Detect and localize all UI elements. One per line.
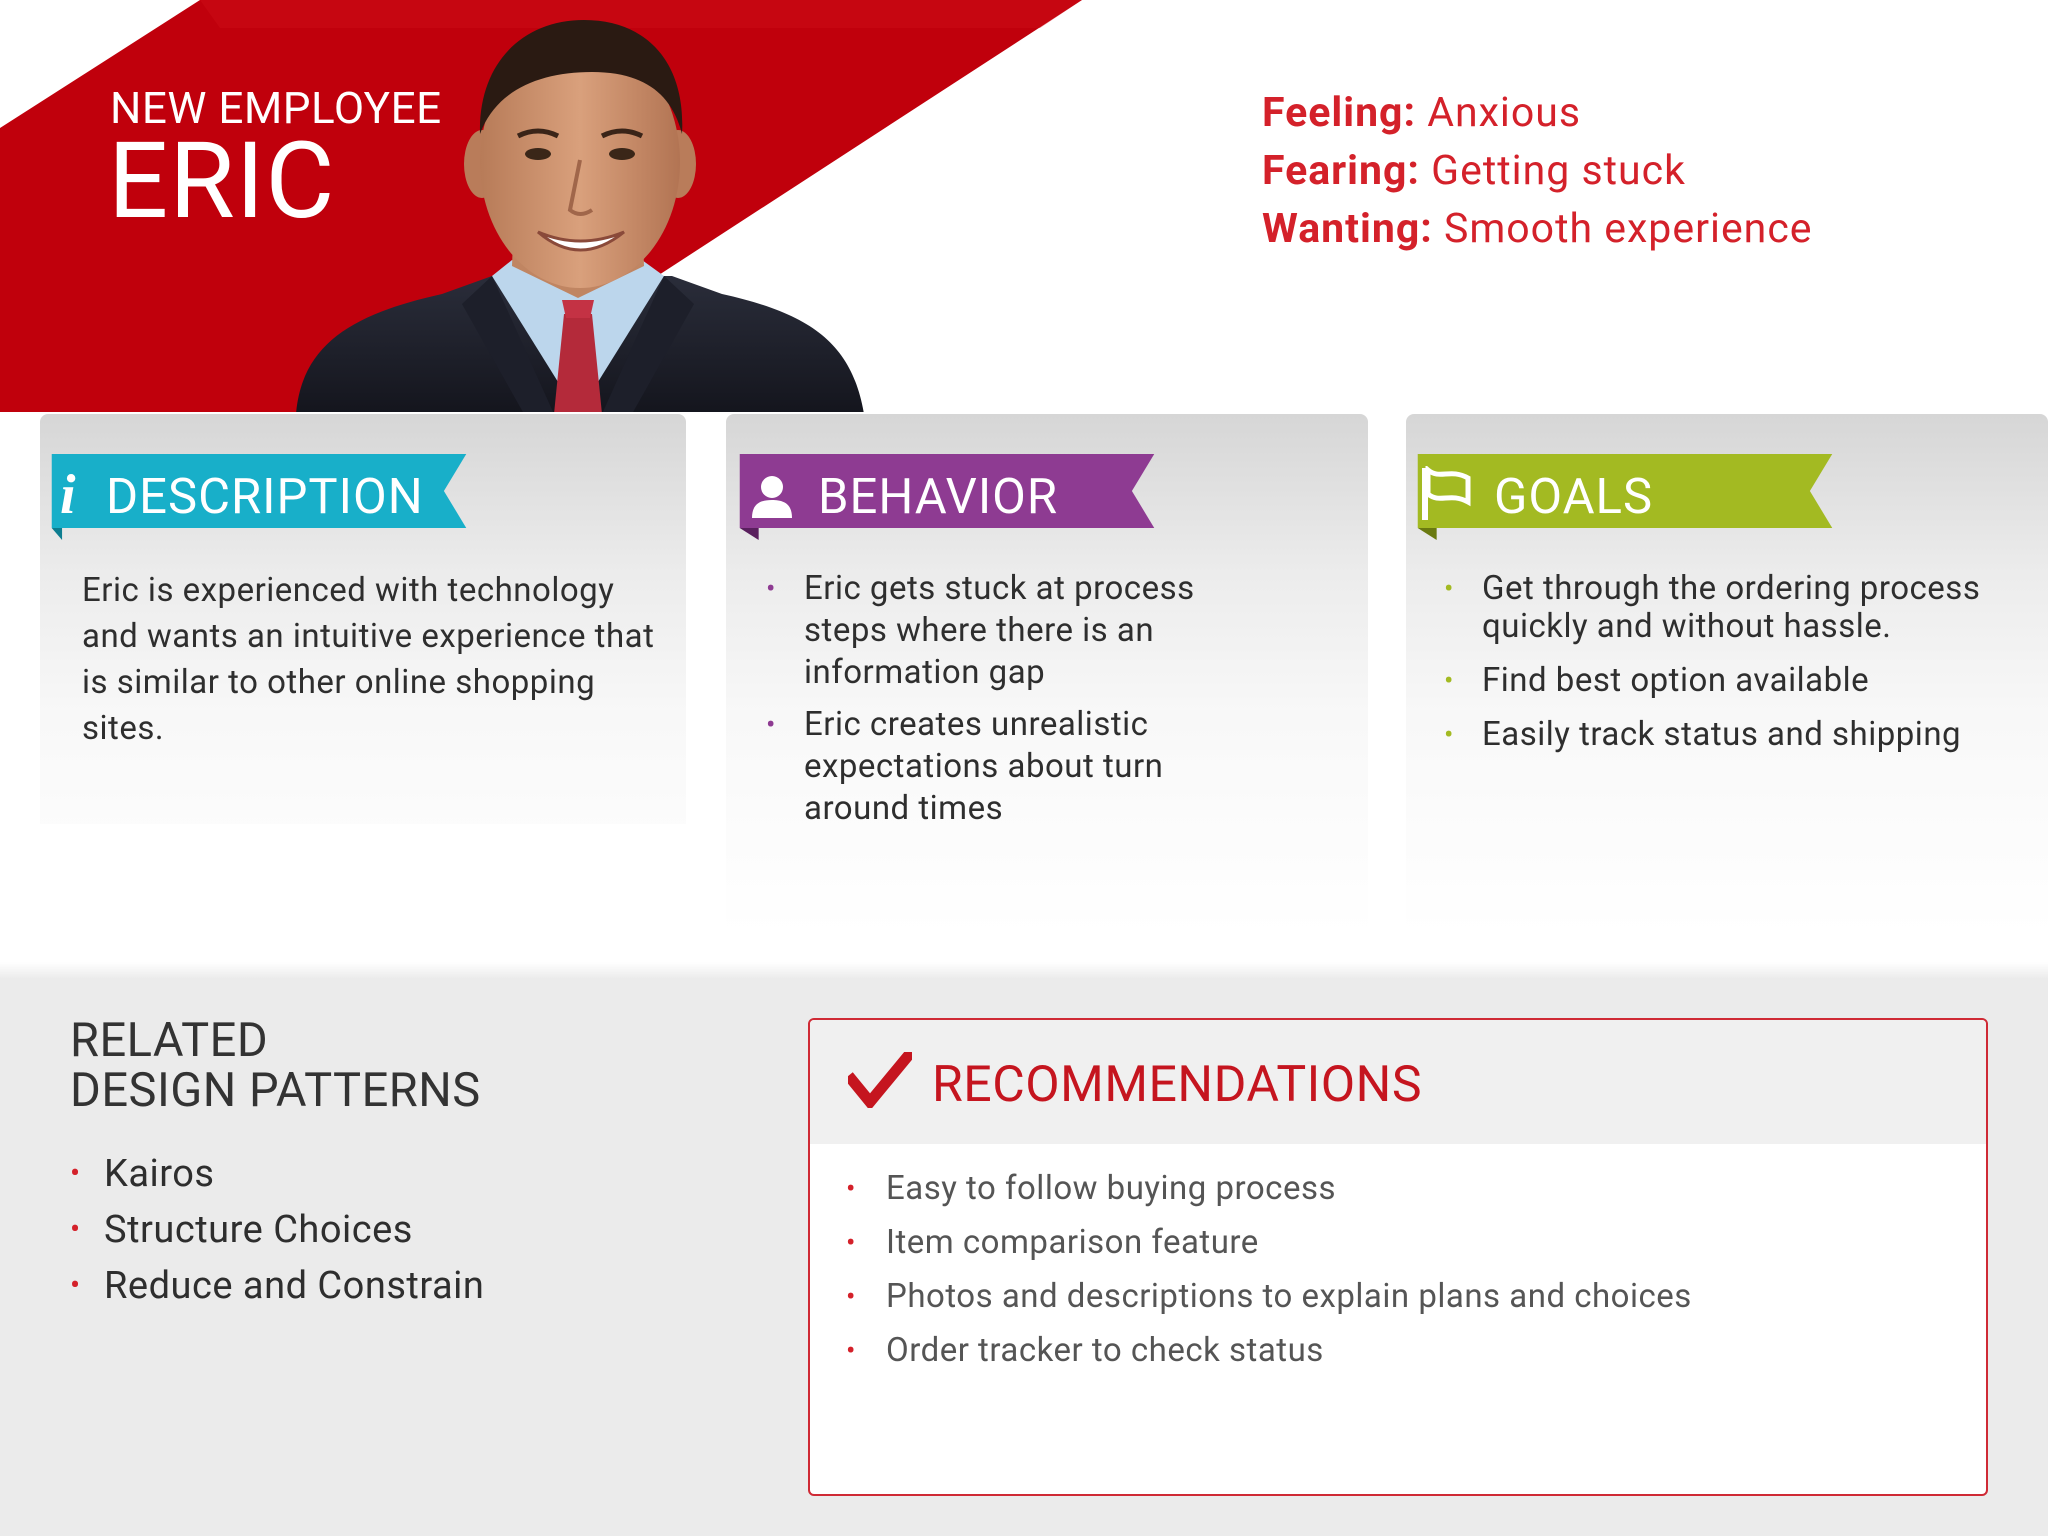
list-item: • Photos and descriptions to explain plan… [846, 1277, 1692, 1316]
emotion-wanting: Wanting: Smooth experience [1262, 205, 1813, 253]
list-item: • Kairos [70, 1152, 215, 1196]
info-icon: i [60, 464, 76, 526]
recommendations-list: • Easy to follow buying process • Item com… [846, 1162, 1692, 1378]
emotions-panel: Feeling: Anxious Fearing: Getting stuck … [1262, 84, 1813, 258]
list-item: • Find best option available [1444, 661, 1870, 700]
emotion-feeling: Feeling: Anxious [1262, 89, 1582, 137]
flag-icon [1422, 466, 1471, 520]
list-item: • Easily track status and shipping [1444, 715, 1962, 754]
emotion-fearing: Fearing: Getting stuck [1262, 147, 1686, 195]
list-item: • Get through the ordering process quickl… [1444, 569, 1981, 646]
description-text: Eric is experienced with technology and … [82, 571, 655, 748]
list-item: • Reduce and Constrain [70, 1264, 485, 1308]
behavior-title: BEHAVIOR [818, 468, 1059, 525]
goals-list: • Get through the ordering process quickl… [1444, 570, 1984, 754]
related-patterns-list: • Kairos • Structure Choices • Reduce and C… [70, 1146, 484, 1314]
user-icon [752, 476, 792, 518]
recommendations-title: RECOMMENDATIONS [932, 1056, 1423, 1114]
recommendations-panel: RECOMMENDATIONS • Easy to follow buying p… [808, 1018, 1988, 1496]
related-patterns-title: RELATED DESIGN PATTERNS [70, 1013, 481, 1118]
persona-photo [296, 20, 864, 412]
description-title: DESCRIPTION [106, 468, 424, 525]
checkmark-icon [848, 1052, 912, 1108]
list-item: • Eric gets stuck at process steps where … [766, 569, 1195, 692]
list-item: • Easy to follow buying process [846, 1169, 1337, 1208]
list-item: • Item comparison feature [846, 1223, 1259, 1262]
list-item: • Eric creates unrealistic expectations a… [766, 705, 1164, 828]
list-item: • Structure Choices [70, 1208, 413, 1252]
goals-title: GOALS [1494, 468, 1654, 525]
persona-header: NEW EMPLOYEE ERIC Feeling: Anxious Feari… [0, 0, 2048, 412]
behavior-list: • Eric gets stuck at process steps where … [766, 568, 1226, 830]
list-item: • Order tracker to check status [846, 1331, 1324, 1370]
